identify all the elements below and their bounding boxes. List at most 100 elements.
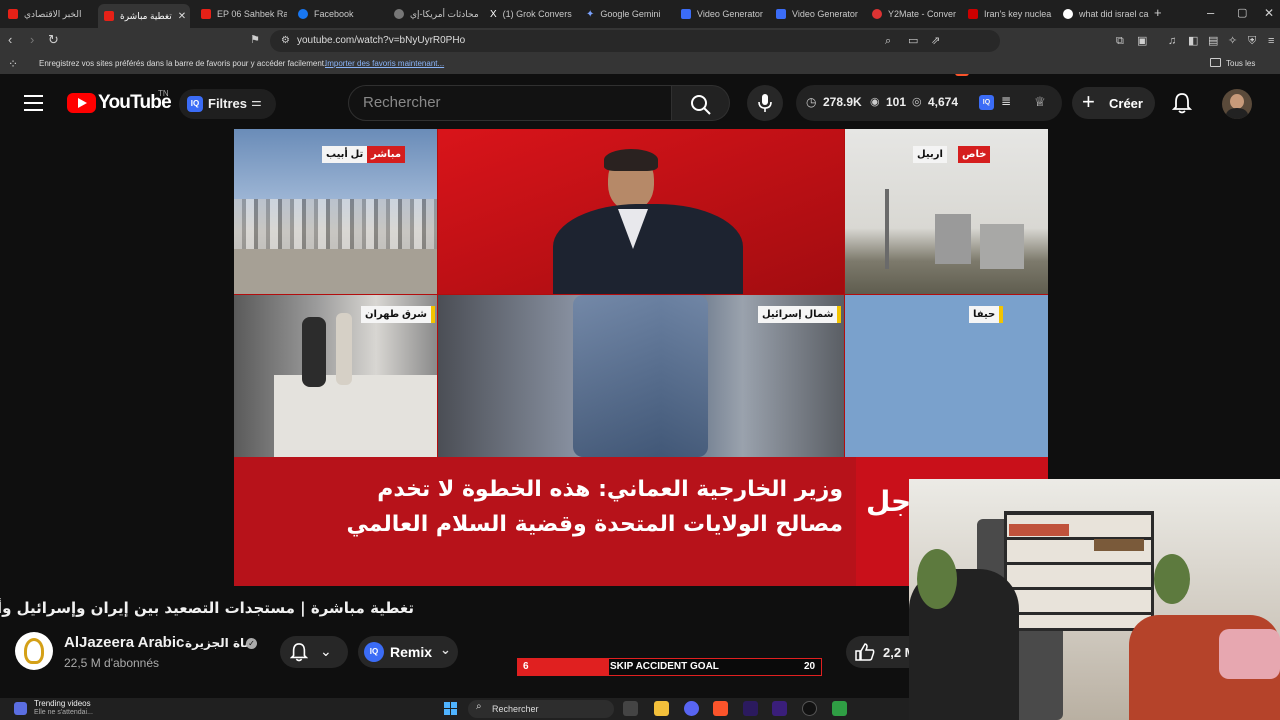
browser-tab[interactable]: what did israel ca <box>1057 4 1149 24</box>
goal-progress-bar: 6 SKIP ACCIDENT GOAL 20 <box>517 658 822 676</box>
cast-icon[interactable]: ▭ <box>908 34 918 48</box>
location-tag-telaviv: تل أبيب <box>322 146 368 163</box>
browser-tab[interactable]: X (1) Grok Convers <box>484 4 576 24</box>
browser-tab[interactable]: EP 06 Sahbek Ra <box>195 4 287 24</box>
forward-icon[interactable]: › <box>30 33 34 47</box>
reload-icon[interactable]: ↻ <box>48 33 59 47</box>
search-input[interactable]: Rechercher <box>348 85 672 121</box>
hamburger-menu-icon[interactable] <box>24 94 43 111</box>
new-tab-icon[interactable]: + <box>1154 6 1162 20</box>
minimize-icon[interactable]: – <box>1207 6 1214 20</box>
premiere-pro-icon[interactable] <box>743 701 758 716</box>
thumbs-up-icon <box>855 643 875 661</box>
wallet-icon[interactable]: ▤ <box>1208 34 1218 48</box>
taskbar-search[interactable]: Rechercher <box>468 700 614 718</box>
widget-title[interactable]: Trending videos <box>34 699 91 708</box>
location-tag-erbil: اربيل <box>913 146 947 163</box>
voice-search-button[interactable] <box>747 85 783 121</box>
close-tab-icon[interactable]: ✕ <box>178 11 186 22</box>
location-tag-north-israel: شمال إسرائيل <box>758 306 842 323</box>
google-icon <box>1063 9 1073 19</box>
search-icon <box>691 95 711 115</box>
eye-outline-icon: ◎ <box>912 96 922 108</box>
live-tag: مباشر <box>367 146 406 163</box>
import-bookmarks-link[interactable]: Importer des favoris maintenant... <box>325 54 444 74</box>
app-m-icon[interactable] <box>832 701 847 716</box>
youtube-icon <box>201 9 211 19</box>
browser-tab[interactable]: Video Generator <box>770 4 862 24</box>
after-effects-icon[interactable] <box>772 701 787 716</box>
eye-icon: ◉ <box>870 96 880 108</box>
exclusive-tag: خاص <box>958 146 991 163</box>
zoom-icon[interactable]: ⌕ <box>885 34 891 48</box>
location-tag-haifa: حيفا <box>969 306 1004 323</box>
clock-icon: ◷ <box>806 95 817 109</box>
channel-name[interactable]: AlJazeera Arabic <box>64 634 184 651</box>
subscriber-count: 22,5 M d'abonnés <box>64 656 160 670</box>
menu-icon[interactable]: ≡ <box>1268 34 1274 48</box>
browser-tab-active[interactable]: تغطية مباشرة ✕ <box>98 4 190 28</box>
youtube-logo-icon[interactable] <box>67 93 96 113</box>
bookmark-icon[interactable]: ⚑ <box>250 33 260 47</box>
urgent-label: جل <box>866 485 912 518</box>
share-icon[interactable]: ⇗ <box>931 34 940 48</box>
sidebar-icon[interactable]: ◧ <box>1188 34 1198 48</box>
back-icon[interactable]: ‹ <box>8 33 12 47</box>
region-code: TN <box>158 89 169 98</box>
video-cell-haifa <box>845 295 1048 457</box>
verified-icon: ✓ <box>246 638 257 649</box>
apps-grid-icon[interactable]: ⁘ <box>8 57 18 71</box>
address-bar-row: ‹ › ↻ ⚑ youtube.com/watch?v=bNyUyrR0PHo … <box>0 28 1280 76</box>
goal-current-value: 6 <box>523 661 529 672</box>
globe-icon <box>394 9 404 19</box>
close-window-icon[interactable]: ✕ <box>1264 6 1274 20</box>
location-tag-east-tehran: شرق طهران <box>361 306 435 323</box>
browser-tab-bar: الخبر الاقتصادي تغطية مباشرة ✕ EP 06 Sahb… <box>0 0 1280 28</box>
file-explorer-icon[interactable] <box>654 701 669 716</box>
goal-progress-fill <box>518 659 609 675</box>
filters-button[interactable]: IQ Filtres ⚌ <box>179 89 276 119</box>
like-button[interactable]: 2,2 M <box>846 636 916 668</box>
davinci-icon[interactable] <box>802 701 817 716</box>
browser-tab[interactable]: Iran's key nuclea <box>962 4 1054 24</box>
youtube-icon <box>8 9 18 19</box>
x-logo-icon: X <box>490 8 497 20</box>
video-cell-studio <box>438 129 844 294</box>
browser-tab[interactable]: الخبر الاقتصادي <box>2 4 98 24</box>
leo-icon[interactable]: ✧ <box>1228 34 1237 48</box>
create-button[interactable]: + Créer <box>1072 87 1155 119</box>
remix-button[interactable]: IQ Remix ⌄ <box>358 636 458 668</box>
browser-tab[interactable]: Facebook <box>292 4 384 24</box>
chevron-down-icon: ⌄ <box>320 643 332 659</box>
iq-stats-icon[interactable]: IQ <box>979 95 994 110</box>
iq-remix-icon: IQ <box>364 642 384 662</box>
iq-extension-icon: IQ <box>187 96 203 112</box>
search-button[interactable] <box>672 85 730 121</box>
bell-icon <box>290 643 308 662</box>
folder-icon <box>1210 58 1221 67</box>
discord-icon[interactable] <box>684 701 699 716</box>
extensions-icon[interactable]: ⧉ <box>1116 34 1124 48</box>
goal-label: SKIP ACCIDENT GOAL <box>610 661 719 672</box>
channel-avatar[interactable] <box>15 632 53 670</box>
music-icon[interactable]: ♫ <box>1168 34 1176 48</box>
browser-tab[interactable]: Y2Mate - Conver <box>866 4 958 24</box>
windows-start-icon[interactable] <box>444 702 458 716</box>
browser-tab[interactable]: Video Generator <box>675 4 767 24</box>
browser-tab[interactable]: محادثات أمريكا-إي <box>388 4 480 24</box>
brave-browser-icon[interactable] <box>713 701 728 716</box>
gemini-icon: ✦ <box>586 8 595 20</box>
tab-search-icon[interactable]: ▣ <box>1137 34 1147 48</box>
browser-tab[interactable]: ✦ Google Gemini <box>580 4 672 24</box>
account-avatar[interactable] <box>1222 89 1252 119</box>
notifications-bell-icon[interactable] <box>1172 92 1192 114</box>
video-widget-icon[interactable] <box>14 702 27 715</box>
playlist-icon[interactable]: ≣ <box>1001 94 1011 108</box>
trophy-icon[interactable]: ♕ <box>1034 94 1046 110</box>
subscription-bell-button[interactable]: ⌄ <box>280 636 348 668</box>
site-info-icon[interactable]: ⚙ <box>281 34 290 48</box>
microphone-icon <box>758 94 772 112</box>
task-view-icon[interactable] <box>623 701 638 716</box>
maximize-icon[interactable]: ▢ <box>1237 6 1247 20</box>
vpn-icon[interactable]: ⛨ <box>1248 34 1256 48</box>
